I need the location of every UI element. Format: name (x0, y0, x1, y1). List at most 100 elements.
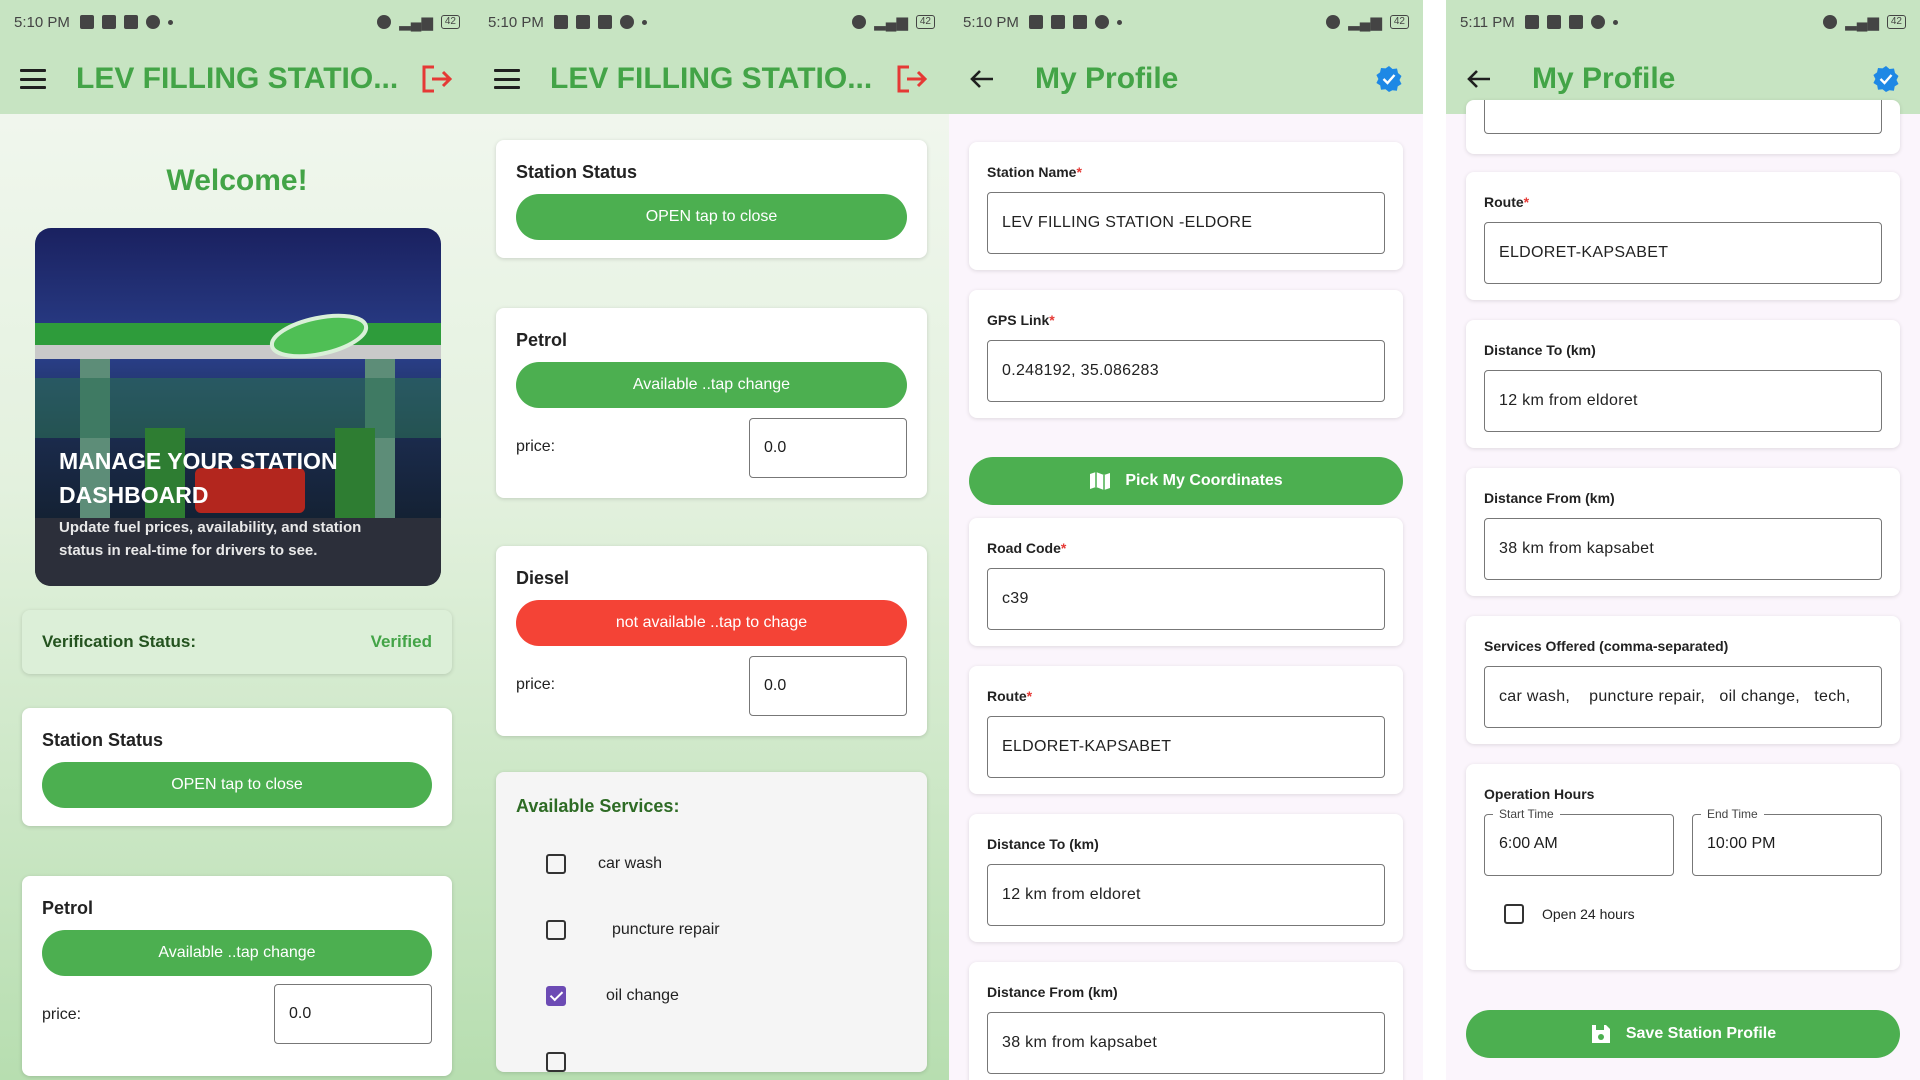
status-time: 5:10 PM (963, 13, 1019, 31)
battery-icon: 42 (1389, 15, 1409, 29)
distance-from-input[interactable]: 38 km from kapsabet (1484, 518, 1882, 580)
end-time-value: 10:00 PM (1707, 835, 1776, 852)
hero-banner: MANAGE YOUR STATION DASHBOARD Update fue… (35, 228, 441, 586)
car-wash-checkbox[interactable] (546, 854, 566, 874)
service-next[interactable] (546, 1052, 566, 1072)
petrol-price-input[interactable]: 0.0 (749, 418, 907, 478)
distance-to-input[interactable]: 12 km from eldoret (1484, 370, 1882, 432)
status-bar: 5:10 PM ▂▄▆ 42 (949, 0, 1423, 44)
logout-icon[interactable] (420, 64, 454, 94)
wifi-signal-icon: ▂▄▆ (874, 14, 908, 31)
gps-link-label: GPS Link* (987, 312, 1055, 328)
battery-icon: 42 (440, 15, 460, 29)
status-bar: 5:10 PM ▂▄▆ 42 (474, 0, 949, 44)
app-bar: LEV FILLING STATIO... (474, 44, 949, 114)
distance-to-input[interactable]: 12 km from eldoret (987, 864, 1385, 926)
station-name-input[interactable]: LEV FILLING STATION -ELDORE (987, 192, 1385, 254)
route-card: Route* ELDORET-KAPSABET (969, 666, 1403, 794)
back-arrow-icon[interactable] (969, 68, 995, 90)
services-offered-input[interactable]: car wash, puncture repair, oil change, t… (1484, 666, 1882, 728)
end-time-input[interactable]: End Time 10:00 PM (1692, 807, 1882, 876)
petrol-price-label: price: (42, 1006, 82, 1023)
distance-from-input[interactable]: 38 km from kapsabet (987, 1012, 1385, 1074)
oil-change-checkbox[interactable] (546, 986, 566, 1006)
route-input[interactable]: ELDORET-KAPSABET (987, 716, 1385, 778)
petrol-price-label: price: (516, 438, 556, 455)
petrol-title: Petrol (42, 898, 94, 918)
open-24-hours-checkbox[interactable] (1504, 904, 1524, 924)
diesel-title: Diesel (516, 568, 570, 588)
status-time: 5:10 PM (488, 13, 544, 31)
gps-link-card: GPS Link* 0.248192, 35.086283 (969, 290, 1403, 418)
petrol-price-input[interactable]: 0.0 (274, 984, 432, 1044)
more-dot-icon (1612, 19, 1618, 25)
route-label: Route* (987, 688, 1033, 704)
battery-icon: 42 (915, 15, 935, 29)
save-station-profile-button[interactable]: Save Station Profile (1466, 1010, 1900, 1058)
open-24-hours-row[interactable]: Open 24 hours (1504, 904, 1635, 924)
station-status-title: Station Status (516, 162, 638, 182)
road-code-input[interactable]: c39 (987, 568, 1385, 630)
app-bar: LEV FILLING STATIO... (0, 44, 474, 114)
road-code-card: Road Code* c39 (969, 518, 1403, 646)
oil-change-label: oil change (606, 987, 679, 1004)
diesel-price-label: price: (516, 676, 556, 693)
distance-from-label: Distance From (km) (1484, 490, 1615, 506)
petrol-card: Petrol Available ..tap change price: 0.0 (496, 308, 927, 498)
diesel-price-input[interactable]: 0.0 (749, 656, 907, 716)
back-arrow-icon[interactable] (1466, 68, 1492, 90)
alarm-icon (852, 15, 867, 29)
status-bar: 5:11 PM ▂▄▆ 42 (1446, 0, 1920, 44)
service-puncture-repair[interactable]: puncture repair (546, 920, 720, 940)
puncture-repair-checkbox[interactable] (546, 920, 566, 940)
station-name-label: Station Name* (987, 164, 1082, 180)
petrol-availability-button[interactable]: Available ..tap change (42, 930, 432, 976)
previous-field-input[interactable] (1484, 100, 1882, 134)
linkedin-icon (597, 15, 612, 29)
alarm-icon (377, 15, 392, 29)
pick-coordinates-button[interactable]: Pick My Coordinates (969, 457, 1403, 505)
start-time-input[interactable]: Start Time 6:00 AM (1484, 807, 1674, 876)
next-service-checkbox[interactable] (546, 1052, 566, 1072)
verification-label: Verification Status: (42, 632, 196, 651)
pick-coordinates-label: Pick My Coordinates (1125, 472, 1283, 489)
gallery-icon (79, 15, 94, 29)
verification-value: Verified (370, 632, 432, 651)
services-offered-label: Services Offered (comma-separated) (1484, 638, 1729, 654)
petrol-card: Petrol Available ..tap change price: 0.0 (22, 876, 452, 1076)
previous-field-card (1466, 100, 1900, 154)
linkedin-icon (1568, 15, 1583, 29)
start-time-label: Start Time (1493, 807, 1560, 821)
battery-icon: 42 (1886, 15, 1906, 29)
station-status-button[interactable]: OPEN tap to close (42, 762, 432, 808)
service-car-wash[interactable]: car wash (546, 854, 662, 874)
logout-icon[interactable] (895, 64, 929, 94)
menu-icon[interactable] (494, 69, 520, 89)
page-title: My Profile (1035, 62, 1179, 95)
open-24-hours-label: Open 24 hours (1542, 906, 1635, 922)
shield-icon (1094, 15, 1109, 29)
petrol-availability-button[interactable]: Available ..tap change (516, 362, 907, 408)
station-status-title: Station Status (42, 730, 164, 750)
station-name-card: Station Name* LEV FILLING STATION -ELDOR… (969, 142, 1403, 270)
verified-badge-icon (1376, 66, 1402, 92)
menu-icon[interactable] (20, 69, 46, 89)
car-wash-label: car wash (598, 855, 663, 872)
distance-to-card: Distance To (km) 12 km from eldoret (969, 814, 1403, 942)
distance-from-card: Distance From (km) 38 km from kapsabet (969, 962, 1403, 1080)
linkedin-icon (1072, 15, 1087, 29)
station-status-button[interactable]: OPEN tap to close (516, 194, 907, 240)
gps-link-input[interactable]: 0.248192, 35.086283 (987, 340, 1385, 402)
shield-icon (145, 15, 160, 29)
profile-screen-scrolled: 5:11 PM ▂▄▆ 42 My Profile Route* ELDORET-… (1446, 0, 1920, 1080)
status-time: 5:11 PM (1460, 13, 1515, 31)
profile-screen: 5:10 PM ▂▄▆ 42 My Profile Station Name* L… (949, 0, 1423, 1080)
alarm-icon (1326, 15, 1341, 29)
distance-from-card: Distance From (km) 38 km from kapsabet (1466, 468, 1900, 596)
diesel-card: Diesel not available ..tap to chage pric… (496, 546, 927, 736)
diesel-availability-button[interactable]: not available ..tap to chage (516, 600, 907, 646)
services-offered-card: Services Offered (comma-separated) car w… (1466, 616, 1900, 744)
service-oil-change[interactable]: oil change (546, 986, 679, 1006)
map-icon (1090, 472, 1111, 490)
route-input[interactable]: ELDORET-KAPSABET (1484, 222, 1882, 284)
